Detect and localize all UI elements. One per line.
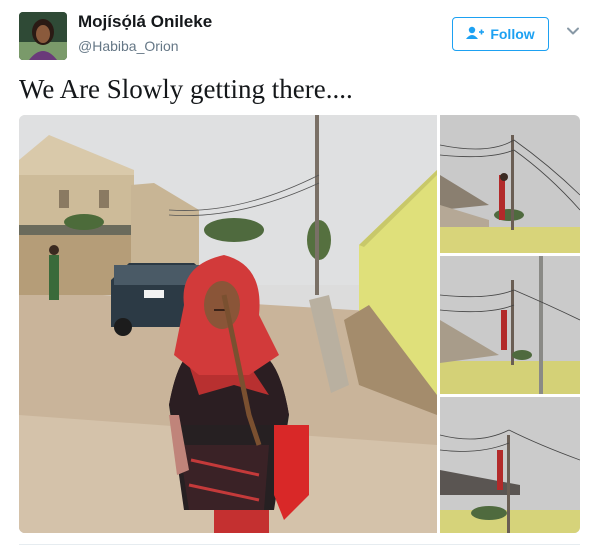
thumbnail-3[interactable] <box>439 397 580 533</box>
media-grid <box>19 115 580 533</box>
chevron-down-icon[interactable] <box>566 24 580 38</box>
thumbnail-1[interactable] <box>439 115 580 253</box>
divider <box>19 544 580 545</box>
display-name[interactable]: Mojísọ́lá Onileke <box>78 12 212 32</box>
avatar[interactable] <box>19 12 67 60</box>
tweet-text: We Are Slowly getting there.... <box>19 74 353 104</box>
person-add-icon <box>466 26 485 43</box>
user-handle[interactable]: @Habiba_Orion <box>78 38 179 54</box>
follow-label: Follow <box>490 26 535 42</box>
avatar-photo <box>19 12 67 60</box>
follow-button[interactable]: Follow <box>452 17 549 51</box>
main-photo[interactable] <box>19 115 437 533</box>
thumbnail-2[interactable] <box>439 256 580 394</box>
